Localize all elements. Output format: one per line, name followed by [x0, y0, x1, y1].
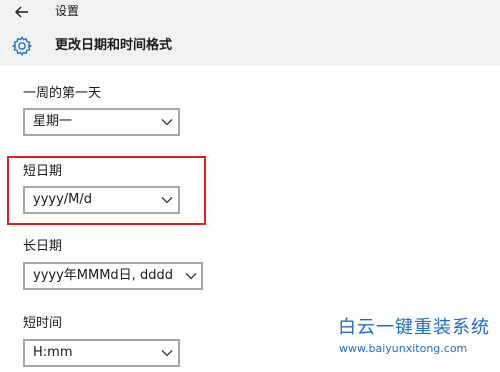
short-date-label: 短日期 [23, 164, 63, 179]
short-date-value: yyyy/M/d [33, 192, 93, 207]
title-bar: 设置 [0, 0, 500, 28]
first-day-label: 一周的第一天 [23, 86, 102, 101]
long-date-select[interactable]: yyyy年MMMd日, dddd [23, 262, 203, 290]
watermark-url: www.baiyunxitong.com [339, 342, 468, 355]
short-date-select[interactable]: yyyy/M/d [23, 186, 180, 214]
chevron-down-icon [161, 119, 173, 126]
page-title: 更改日期和时间格式 [55, 38, 173, 53]
gear-icon [11, 36, 33, 56]
short-time-select[interactable]: H:mm [23, 339, 180, 367]
app-title: 设置 [55, 4, 80, 18]
chevron-down-icon [161, 350, 173, 357]
long-date-value: yyyy年MMMd日, dddd [33, 268, 173, 283]
chevron-down-icon [161, 197, 173, 204]
short-time-value: H:mm [33, 345, 73, 360]
back-button[interactable] [10, 2, 34, 22]
first-day-select[interactable]: 星期一 [23, 108, 180, 136]
short-time-label: 短时间 [23, 316, 63, 331]
page-header: 更改日期和时间格式 [0, 28, 500, 66]
chevron-down-icon [185, 273, 197, 280]
back-arrow-icon [15, 6, 28, 18]
long-date-label: 长日期 [23, 239, 63, 254]
first-day-value: 星期一 [33, 114, 73, 129]
watermark-title: 白云一键重装系统 [338, 317, 490, 338]
